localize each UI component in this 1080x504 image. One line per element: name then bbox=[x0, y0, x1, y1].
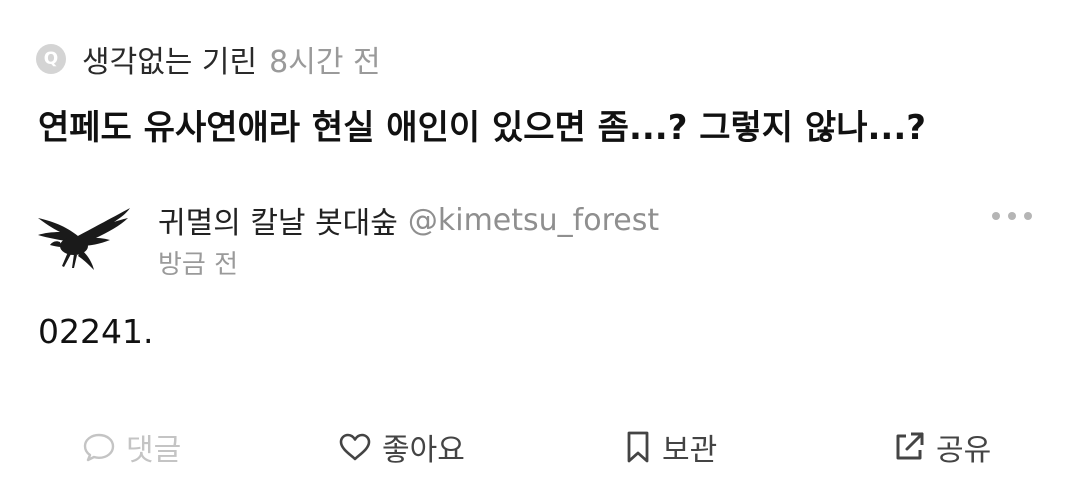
question-meta: Q 생각없는 기린 8시간 전 bbox=[36, 38, 381, 80]
share-external-icon bbox=[896, 432, 924, 460]
asker-name[interactable]: 생각없는 기린 bbox=[82, 37, 257, 81]
author-name[interactable]: 귀멸의 칼날 봇대숲 bbox=[158, 198, 398, 242]
question-text: 연페도 유사연애라 현실 애인이 있으면 좀...? 그렇지 않나...? bbox=[38, 108, 926, 148]
answer-header: 귀멸의 칼날 봇대숲 @kimetsu_forest 방금 전 bbox=[34, 196, 1046, 286]
share-button[interactable]: 공유 bbox=[892, 420, 991, 474]
like-button[interactable]: 좋아요 bbox=[338, 420, 465, 474]
avatar[interactable] bbox=[34, 202, 138, 274]
question-badge-icon: Q bbox=[36, 44, 66, 74]
more-options-icon[interactable] bbox=[992, 206, 1032, 226]
author-line: 귀멸의 칼날 봇대숲 @kimetsu_forest bbox=[158, 198, 659, 242]
answer-text: 02241. bbox=[38, 312, 154, 351]
question-time: 8시간 전 bbox=[269, 45, 381, 80]
bookmark-icon bbox=[627, 431, 649, 463]
like-label: 좋아요 bbox=[382, 433, 465, 468]
author-handle[interactable]: @kimetsu_forest bbox=[408, 203, 659, 238]
save-label: 보관 bbox=[662, 433, 718, 468]
comment-icon bbox=[83, 433, 115, 462]
heart-icon bbox=[339, 433, 371, 461]
action-bar: 댓글 좋아요 보관 공유 bbox=[0, 420, 1080, 474]
comment-button[interactable]: 댓글 bbox=[82, 420, 181, 474]
answer-time: 방금 전 bbox=[158, 250, 239, 280]
comment-label: 댓글 bbox=[126, 433, 182, 468]
share-label: 공유 bbox=[936, 433, 992, 468]
save-button[interactable]: 보관 bbox=[624, 420, 717, 474]
